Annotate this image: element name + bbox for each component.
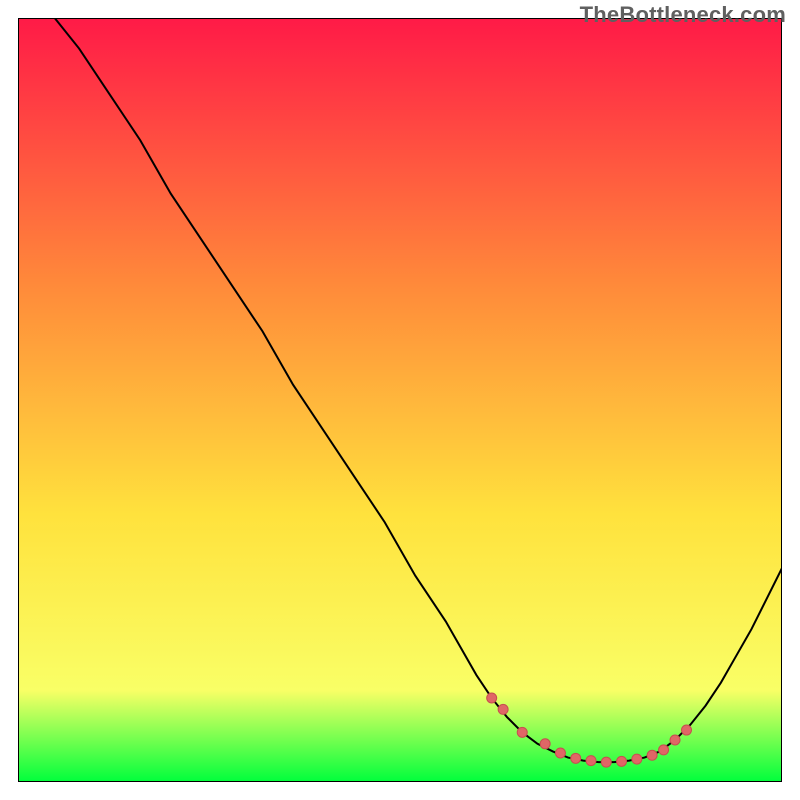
optimal-dot: [555, 748, 565, 758]
optimal-dot: [670, 735, 680, 745]
optimal-dot: [487, 693, 497, 703]
watermark-text: TheBottleneck.com: [580, 2, 786, 28]
gradient-background: [18, 18, 782, 782]
optimal-dot: [601, 757, 611, 767]
optimal-dot: [647, 750, 657, 760]
optimal-dot: [632, 754, 642, 764]
optimal-dot: [617, 756, 627, 766]
optimal-dot: [571, 753, 581, 763]
optimal-dot: [682, 725, 692, 735]
optimal-dot: [659, 745, 669, 755]
optimal-dot: [540, 739, 550, 749]
optimal-dot: [517, 727, 527, 737]
chart-svg: [18, 18, 782, 782]
optimal-dot: [498, 704, 508, 714]
plot-area: [18, 18, 782, 782]
optimal-dot: [586, 756, 596, 766]
bottleneck-chart: TheBottleneck.com: [0, 0, 800, 800]
